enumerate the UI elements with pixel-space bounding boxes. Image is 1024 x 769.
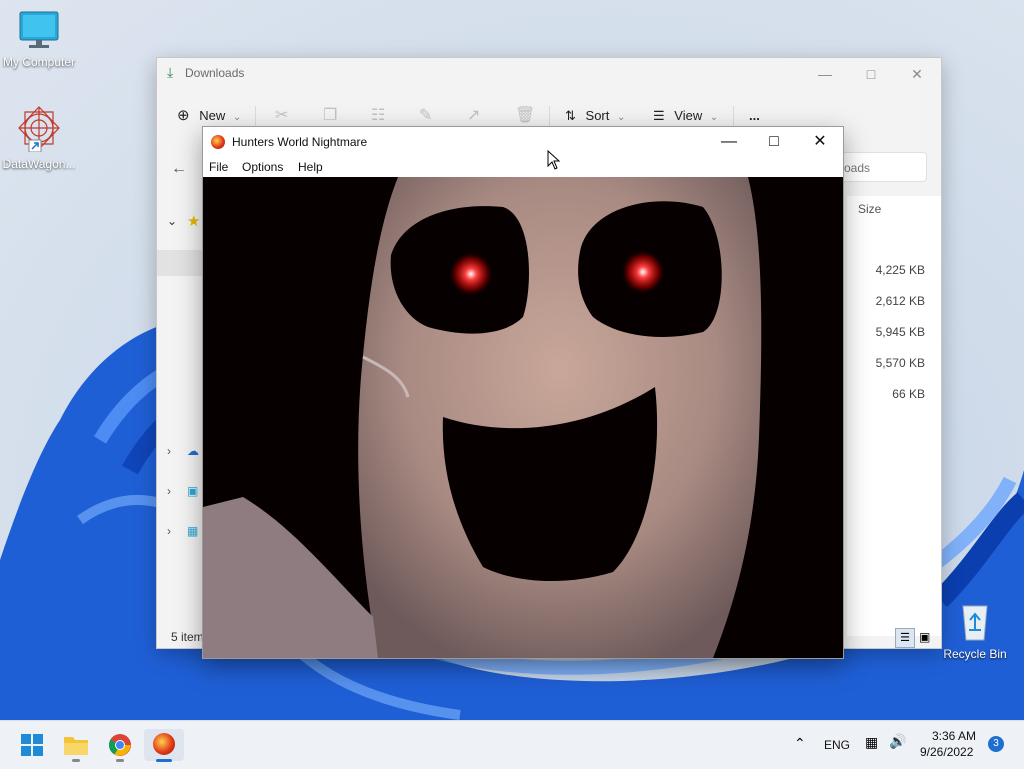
sidebar-item-downloads-selected[interactable] [157,250,207,276]
game-titlebar[interactable]: Hunters World Nightmare — □ ✕ [203,127,843,157]
file-size: 66 KB [892,387,925,401]
mouse-cursor-icon [547,150,561,170]
recycle-bin-desktop-icon[interactable]: Recycle Bin [936,600,1014,661]
taskbar: ⌃ ENG ▦ 🔊 3:36 AM 9/26/2022 [0,720,1024,769]
explorer-titlebar[interactable]: ⤓ Downloads — □ ✕ [157,58,941,88]
new-button-label: New [199,108,226,123]
plus-circle-icon: ⊕ [177,107,190,124]
toolbar-divider [549,106,550,128]
running-indicator [116,759,124,762]
tiles-view-icon[interactable]: ▣ [919,630,930,644]
column-header-size[interactable]: Size [858,202,881,216]
start-icon [21,734,43,756]
close-button[interactable]: ✕ [895,62,939,86]
language-indicator[interactable]: ENG [824,738,850,752]
chevron-right-icon[interactable]: › [167,444,171,458]
game-window[interactable]: Hunters World Nightmare — □ ✕ File Optio… [202,126,844,659]
file-list-pane [847,196,941,636]
show-hidden-icons-chevron-icon[interactable]: ⌃ [794,735,806,752]
chevron-right-icon[interactable]: › [167,484,171,498]
taskbar-file-explorer[interactable] [56,729,96,762]
chevron-down-icon: ⌄ [617,112,626,123]
download-icon: ⤓ [167,64,174,80]
running-indicator [72,759,80,762]
clock-time[interactable]: 3:36 AM [932,729,976,743]
view-button-label: View [674,108,703,123]
file-size: 5,945 KB [875,325,925,339]
datawagon-shortcut-icon [18,106,60,153]
this-pc-icon[interactable]: ▣ [187,484,198,498]
menu-options[interactable]: Options [242,160,283,174]
toolbar-divider [255,106,256,128]
game-menubar: File Options Help [203,157,843,177]
taskbar-chrome[interactable] [100,729,140,762]
navigation-pane: ⌄ ★ › ☁ › ▣ › ▦ [157,198,207,598]
desktop-icon-label: My Computer [2,55,76,69]
chrome-icon [109,734,131,756]
file-size: 5,570 KB [875,356,925,370]
close-button[interactable]: ✕ [797,127,843,157]
details-view-icon[interactable]: ☰ [895,628,915,648]
clock-date[interactable]: 9/26/2022 [920,745,973,759]
menu-help[interactable]: Help [298,160,323,174]
file-explorer-icon [64,737,88,755]
chevron-down-icon: ⌄ [232,112,242,123]
notification-badge[interactable]: 3 [988,736,1004,752]
taskbar-game[interactable] [144,729,184,762]
my-computer-desktop-icon[interactable]: My Computer [0,10,78,69]
file-size: 2,612 KB [875,294,925,308]
view-list-icon: ☰ [653,108,665,123]
onedrive-icon[interactable]: ☁ [187,444,199,458]
explorer-title: Downloads [185,66,245,80]
game-canvas[interactable] [203,177,843,658]
maximize-button[interactable]: □ [751,127,797,157]
sort-icon: ⇅ [565,108,576,123]
minimize-button[interactable]: — [803,62,847,86]
game-app-icon [153,733,175,755]
chevron-right-icon[interactable]: › [167,524,171,538]
search-input[interactable]: oads [837,152,927,182]
minimize-button[interactable]: — [706,127,752,157]
chevron-down-icon: ⌄ [709,112,719,123]
quick-access-star-icon[interactable]: ★ [187,212,200,230]
active-indicator [156,759,172,762]
volume-icon[interactable]: 🔊 [889,733,906,750]
file-size: 4,225 KB [875,263,925,277]
start-button[interactable] [12,729,52,761]
network-icon[interactable]: ▦ [187,524,198,538]
game-app-icon [211,135,225,149]
maximize-button[interactable]: □ [849,62,893,86]
back-arrow-icon[interactable]: ← [171,160,187,178]
toolbar-divider [733,106,734,128]
desktop-icon-label: DataWagon... [2,157,76,171]
desktop-icon-label: Recycle Bin [943,647,1007,661]
game-window-title: Hunters World Nightmare [232,135,368,149]
recycle-bin-icon [962,605,988,641]
chevron-down-icon[interactable]: ⌄ [167,214,177,228]
menu-file[interactable]: File [209,160,228,174]
status-bar-item-count: 5 item [171,630,204,644]
datawagon-desktop-icon[interactable]: DataWagon... [0,104,78,171]
nightmare-face-image [203,177,843,658]
network-icon[interactable]: ▦ [865,734,878,751]
monitor-icon [19,11,59,48]
sort-button-label: Sort [585,108,610,123]
